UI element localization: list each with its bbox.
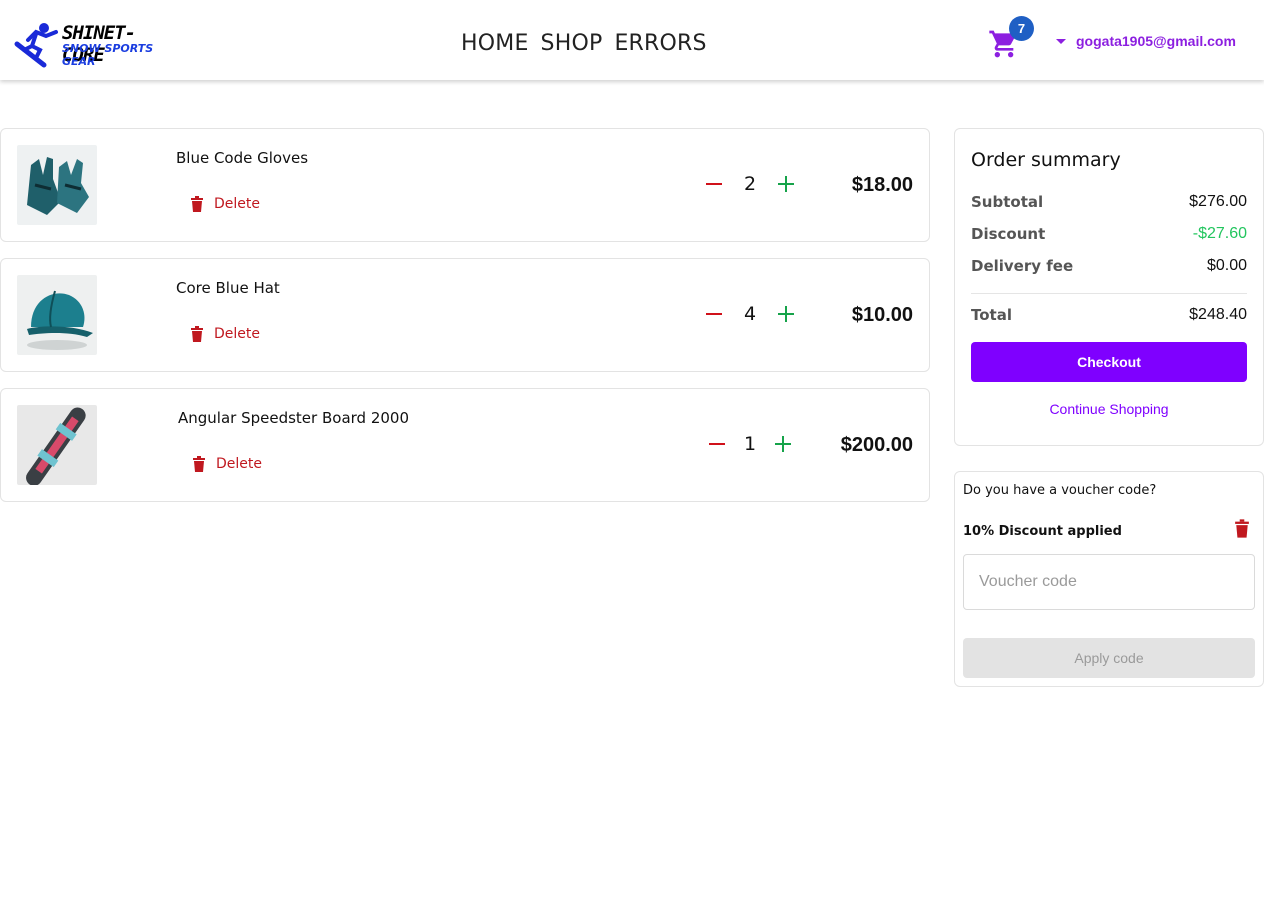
item-name[interactable]: Core Blue Hat — [176, 279, 280, 297]
user-menu[interactable]: gogata1905@gmail.com — [1056, 33, 1236, 49]
delete-button[interactable]: Delete — [190, 196, 260, 212]
subtotal-value: $276.00 — [1189, 193, 1247, 210]
hat-image[interactable] — [17, 275, 97, 355]
item-price: $10.00 — [851, 304, 913, 326]
total-row: Total $248.40 — [971, 306, 1247, 324]
logo-subtitle: SNOW SPORTS GEAR — [62, 42, 154, 68]
order-summary-title: Order summary — [971, 149, 1121, 171]
continue-shopping-link[interactable]: Continue Shopping — [971, 401, 1247, 417]
voucher-code-input[interactable] — [963, 554, 1255, 610]
trash-icon — [1235, 519, 1249, 538]
logo[interactable]: SHINET-CORE SNOW SPORTS GEAR — [14, 20, 174, 68]
trash-icon — [191, 196, 203, 212]
delete-label: Delete — [214, 326, 260, 342]
gloves-image[interactable] — [17, 145, 97, 225]
total-value: $248.40 — [1189, 306, 1247, 323]
item-name[interactable]: Blue Code Gloves — [176, 149, 308, 167]
decrease-quantity-button[interactable] — [706, 183, 722, 185]
decrease-quantity-button[interactable] — [706, 313, 722, 315]
discount-value: -$27.60 — [1192, 225, 1247, 242]
remove-voucher-button[interactable] — [1234, 519, 1250, 543]
delete-label: Delete — [216, 456, 262, 472]
voucher-question: Do you have a voucher code? — [963, 483, 1157, 498]
increase-quantity-button[interactable] — [775, 436, 791, 452]
nav-home-link[interactable]: HOME — [461, 31, 529, 56]
delete-button[interactable]: Delete — [192, 456, 262, 472]
trash-icon — [193, 456, 205, 472]
quantity-stepper: 2 — [706, 173, 794, 195]
snowboarder-icon — [14, 23, 58, 68]
top-bar: SHINET-CORE SNOW SPORTS GEAR HOME SHOP E… — [0, 0, 1264, 80]
quantity-value: 2 — [743, 173, 757, 195]
cart-count-badge: 7 — [1009, 16, 1034, 41]
order-summary-panel: Order summary Subtotal $276.00 Discount … — [954, 128, 1264, 446]
checkout-button[interactable]: Checkout — [971, 342, 1247, 382]
apply-code-button[interactable]: Apply code — [963, 638, 1255, 678]
quantity-stepper: 1 — [709, 433, 791, 455]
cart-item: Blue Code Gloves Delete 2 $18.00 — [0, 128, 930, 242]
delete-label: Delete — [214, 196, 260, 212]
delete-button[interactable]: Delete — [190, 326, 260, 342]
main-nav: HOME SHOP ERRORS — [461, 31, 707, 56]
cart-item: Core Blue Hat Delete 4 $10.00 — [0, 258, 930, 372]
increase-quantity-button[interactable] — [778, 306, 794, 322]
caret-down-icon — [1056, 39, 1066, 44]
delivery-fee-row: Delivery fee $0.00 — [971, 257, 1247, 275]
total-label: Total — [971, 306, 1012, 324]
subtotal-row: Subtotal $276.00 — [971, 193, 1247, 211]
user-email: gogata1905@gmail.com — [1076, 33, 1236, 49]
item-price: $200.00 — [840, 434, 913, 456]
decrease-quantity-button[interactable] — [709, 443, 725, 445]
delivery-fee-label: Delivery fee — [971, 257, 1074, 275]
quantity-value: 1 — [743, 433, 757, 455]
cart-item: Angular Speedster Board 2000 Delete 1 $2… — [0, 388, 930, 502]
discount-label: Discount — [971, 225, 1046, 243]
delivery-fee-value: $0.00 — [1206, 257, 1247, 274]
voucher-panel: Do you have a voucher code? 10% Discount… — [954, 471, 1264, 687]
nav-errors-link[interactable]: ERRORS — [614, 31, 706, 56]
summary-divider — [971, 293, 1247, 294]
item-price: $18.00 — [851, 174, 913, 196]
subtotal-label: Subtotal — [971, 193, 1044, 211]
voucher-applied-text: 10% Discount applied — [963, 524, 1122, 539]
increase-quantity-button[interactable] — [778, 176, 794, 192]
nav-shop-link[interactable]: SHOP — [541, 31, 603, 56]
quantity-stepper: 4 — [706, 303, 794, 325]
quantity-value: 4 — [743, 303, 757, 325]
discount-row: Discount -$27.60 — [971, 225, 1247, 243]
snowboard-image[interactable] — [17, 405, 97, 485]
trash-icon — [191, 326, 203, 342]
item-name[interactable]: Angular Speedster Board 2000 — [178, 409, 409, 427]
